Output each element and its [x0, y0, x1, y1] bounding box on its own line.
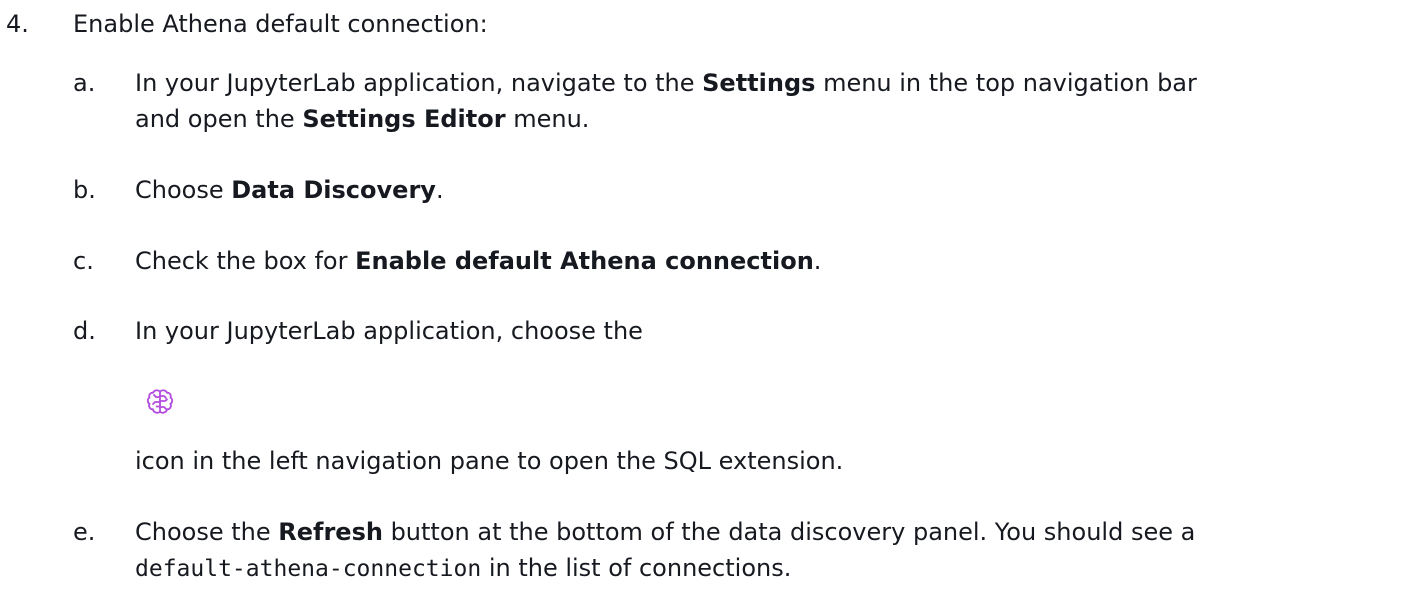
- code-connection-name: default-athena-connection: [135, 556, 482, 582]
- ui-term-settings-editor: Settings Editor: [302, 105, 506, 133]
- text-run: .: [435, 176, 444, 204]
- substep-letter: c.: [73, 247, 94, 275]
- substep-letter: b.: [73, 176, 96, 204]
- text-run: and open the: [135, 105, 303, 133]
- text-run: in the list of connections.: [481, 554, 792, 582]
- text-run: Choose the: [135, 518, 279, 546]
- text-run: menu in the top navigation bar: [815, 69, 1197, 97]
- substep-text: icon in the left navigation pane to open…: [135, 443, 1400, 479]
- substep-text: Choose Data Discovery.: [135, 172, 1400, 208]
- substep-letter: d.: [73, 317, 96, 345]
- substep-text: Check the box for Enable default Athena …: [135, 243, 1400, 279]
- text-run: icon in the left navigation pane to open…: [135, 447, 844, 475]
- text-run: Check the box for: [135, 247, 356, 275]
- substep-letter: a.: [73, 69, 96, 97]
- step-title: Enable Athena default connection:: [73, 10, 488, 38]
- text-run: Choose: [135, 176, 232, 204]
- substep-text: Choose the Refresh button at the bottom …: [135, 514, 1400, 587]
- brain-icon: [145, 387, 175, 417]
- text-run: .: [813, 247, 822, 275]
- text-run: menu.: [505, 105, 590, 133]
- ui-term-data-discovery: Data Discovery: [231, 176, 436, 204]
- ui-term-settings: Settings: [702, 69, 816, 97]
- ui-term-enable-default-athena-connection: Enable default Athena connection: [355, 247, 814, 275]
- text-run: In your JupyterLab application, choose t…: [135, 317, 643, 345]
- text-run: button at the bottom of the data discove…: [382, 518, 1196, 546]
- substep-text: In your JupyterLab application, navigate…: [135, 65, 1400, 137]
- text-run: In your JupyterLab application, navigate…: [135, 69, 703, 97]
- step-number: 4.: [6, 10, 29, 38]
- ui-term-refresh: Refresh: [278, 518, 383, 546]
- substep-text: In your JupyterLab application, choose t…: [135, 313, 1400, 349]
- substep-letter: e.: [73, 518, 96, 546]
